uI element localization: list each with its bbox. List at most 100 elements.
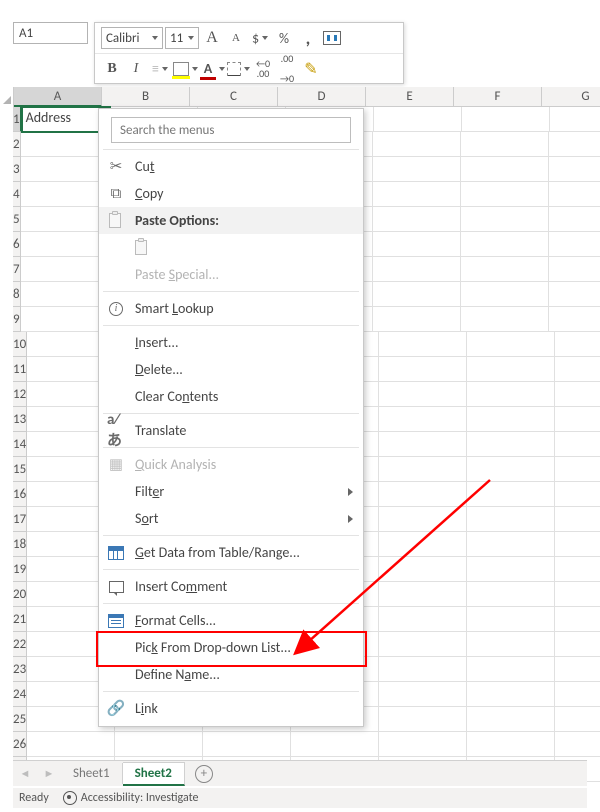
cell-E12[interactable] <box>379 382 467 407</box>
row-header-5[interactable]: 5 <box>13 207 21 232</box>
cell-F2[interactable] <box>461 132 549 157</box>
row-header-11[interactable]: 11 <box>13 357 27 382</box>
decrease-decimal-button[interactable]: .00→0 <box>276 58 298 80</box>
font-size-dropdown[interactable]: 11 <box>165 27 199 49</box>
tab-nav-prev[interactable]: ◄ <box>17 766 33 782</box>
cell-G22[interactable] <box>555 632 600 657</box>
cell-G18[interactable] <box>555 532 600 557</box>
cell-F12[interactable] <box>467 382 555 407</box>
cell-G25[interactable] <box>555 707 600 732</box>
cell-A6[interactable] <box>21 232 109 257</box>
row-header-24[interactable]: 24 <box>13 682 27 707</box>
cell-G14[interactable] <box>555 432 600 457</box>
cell-F11[interactable] <box>467 357 555 382</box>
cell-A1[interactable]: Address <box>22 107 110 132</box>
cell-B26[interactable] <box>115 732 203 757</box>
row-header-12[interactable]: 12 <box>13 382 27 407</box>
cell-E5[interactable] <box>373 207 461 232</box>
cell-F18[interactable] <box>467 532 555 557</box>
font-name-dropdown[interactable]: Calibri <box>101 27 163 49</box>
cell-E22[interactable] <box>379 632 467 657</box>
row-header-10[interactable]: 10 <box>13 332 27 357</box>
menu-paste-options[interactable]: Paste Options: <box>99 207 363 234</box>
borders-dropdown[interactable] <box>227 58 250 80</box>
merge-center-button[interactable] <box>321 27 343 49</box>
format-painter-button[interactable]: ✎ <box>300 58 322 80</box>
menu-link[interactable]: 🔗Link <box>99 695 363 722</box>
cell-E16[interactable] <box>379 482 467 507</box>
menu-sort[interactable]: Sort <box>99 505 363 532</box>
name-box[interactable] <box>13 22 88 44</box>
cell-F19[interactable] <box>467 557 555 582</box>
cell-E14[interactable] <box>379 432 467 457</box>
menu-search-input[interactable]: Search the menus <box>111 117 351 143</box>
cell-G24[interactable] <box>555 682 600 707</box>
menu-paste-default[interactable] <box>99 234 363 261</box>
cell-A26[interactable] <box>27 732 115 757</box>
add-sheet-button[interactable]: + <box>195 765 213 783</box>
tab-nav-next[interactable]: ► <box>41 766 57 782</box>
menu-insert-comment[interactable]: Insert Comment <box>99 573 363 600</box>
row-header-20[interactable]: 20 <box>13 582 27 607</box>
row-header-21[interactable]: 21 <box>13 607 27 632</box>
menu-smart-lookup[interactable]: iSmart Lookup <box>99 295 363 322</box>
cell-A7[interactable] <box>21 257 109 282</box>
cell-E17[interactable] <box>379 507 467 532</box>
row-header-8[interactable]: 8 <box>13 282 21 307</box>
row-header-15[interactable]: 15 <box>13 457 27 482</box>
cell-C26[interactable] <box>203 732 291 757</box>
cell-A2[interactable] <box>21 132 109 157</box>
cell-F5[interactable] <box>461 207 549 232</box>
cell-F3[interactable] <box>461 157 549 182</box>
comma-style-button[interactable]: , <box>297 27 319 49</box>
column-header-E[interactable]: E <box>366 87 454 107</box>
border-dropdown[interactable]: ≡ <box>149 58 171 80</box>
cell-E2[interactable] <box>373 132 461 157</box>
cell-G23[interactable] <box>555 657 600 682</box>
menu-format-cells[interactable]: Format Cells... <box>99 607 363 634</box>
cell-F1[interactable] <box>462 107 550 132</box>
row-header-13[interactable]: 13 <box>13 407 27 432</box>
menu-insert[interactable]: Insert... <box>99 329 363 356</box>
cell-F6[interactable] <box>461 232 549 257</box>
cell-G3[interactable] <box>549 157 600 182</box>
font-color-dropdown[interactable]: A <box>200 58 225 80</box>
cell-A3[interactable] <box>21 157 109 182</box>
cell-E21[interactable] <box>379 607 467 632</box>
cell-F24[interactable] <box>467 682 555 707</box>
cell-G1[interactable] <box>550 107 600 132</box>
fill-color-dropdown[interactable] <box>173 58 198 80</box>
cell-F7[interactable] <box>461 257 549 282</box>
cell-G20[interactable] <box>555 582 600 607</box>
row-header-23[interactable]: 23 <box>13 657 27 682</box>
cell-D26[interactable] <box>291 732 379 757</box>
cell-E4[interactable] <box>373 182 461 207</box>
cell-F20[interactable] <box>467 582 555 607</box>
row-header-3[interactable]: 3 <box>13 157 21 182</box>
cell-G2[interactable] <box>549 132 600 157</box>
cell-A4[interactable] <box>21 182 109 207</box>
cell-A8[interactable] <box>21 282 109 307</box>
cell-G9[interactable] <box>549 307 600 332</box>
cell-G5[interactable] <box>549 207 600 232</box>
decrease-font-button[interactable]: A <box>225 27 247 49</box>
row-header-18[interactable]: 18 <box>13 532 27 557</box>
cell-E1[interactable] <box>374 107 462 132</box>
currency-dropdown[interactable]: $ <box>249 27 271 49</box>
italic-button[interactable]: I <box>125 58 147 80</box>
cell-E7[interactable] <box>373 257 461 282</box>
column-header-B[interactable]: B <box>102 87 190 107</box>
select-all-corner[interactable] <box>13 87 14 107</box>
column-header-D[interactable]: D <box>278 87 366 107</box>
cell-G11[interactable] <box>555 357 600 382</box>
row-header-17[interactable]: 17 <box>13 507 27 532</box>
row-header-7[interactable]: 7 <box>13 257 21 282</box>
cell-F17[interactable] <box>467 507 555 532</box>
cell-E8[interactable] <box>373 282 461 307</box>
increase-decimal-button[interactable]: ←0.00 <box>252 58 274 80</box>
cell-F25[interactable] <box>467 707 555 732</box>
cell-F15[interactable] <box>467 457 555 482</box>
row-header-25[interactable]: 25 <box>13 707 27 732</box>
cell-G13[interactable] <box>555 407 600 432</box>
cell-F22[interactable] <box>467 632 555 657</box>
